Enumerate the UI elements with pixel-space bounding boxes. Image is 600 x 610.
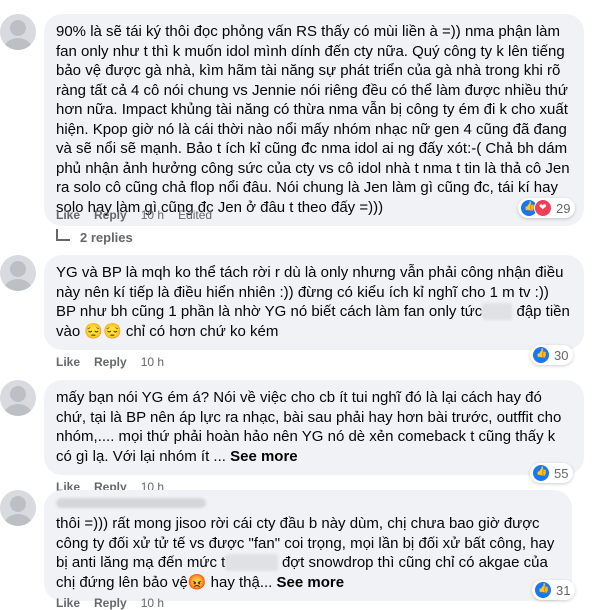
see-more-link[interactable]: See more (277, 574, 345, 591)
reaction-count: 31 (556, 582, 571, 598)
reply-button[interactable]: Reply (94, 208, 127, 222)
avatar[interactable] (0, 380, 36, 416)
reaction-summary[interactable]: 31 (532, 580, 576, 600)
reaction-summary[interactable]: 55 (530, 463, 574, 483)
like-button[interactable]: Like (56, 208, 80, 222)
comment-actions: Like Reply 10 h Edited (56, 208, 226, 222)
reaction-summary[interactable]: 29 (518, 198, 576, 218)
like-reaction-icon (532, 464, 550, 482)
like-button[interactable]: Like (56, 355, 80, 369)
replies-label: 2 replies (80, 230, 133, 245)
timestamp[interactable]: 10 h (141, 208, 164, 222)
blurred-text: xxxx (482, 303, 513, 320)
comment-text: mấy bạn nói YG ém á? Nói về việc cho cb … (56, 389, 562, 465)
like-reaction-icon (534, 581, 552, 599)
comment-text: thôi =))) rất mong jisoo rời cái cty đầu… (56, 515, 555, 591)
comment-bubble: YG và BP là mqh ko thể tách rời r dù là … (44, 255, 584, 350)
reaction-count: 30 (554, 347, 569, 363)
avatar[interactable] (0, 14, 36, 50)
comment-bubble: thôi =))) rất mong jisoo rời cái cty đầu… (44, 490, 572, 601)
reaction-count: 29 (556, 200, 571, 216)
comment-bubble: 90% là sẽ tái ký thôi đọc phỏng vấn RS t… (44, 14, 584, 226)
blurred-text: xxxxxxx (225, 554, 278, 571)
reaction-summary[interactable]: 30 (530, 345, 574, 365)
comment-text: YG và BP là mqh ko thể tách rời r dù là … (56, 264, 570, 340)
avatar[interactable] (0, 490, 36, 526)
comment-text: 90% là sẽ tái ký thôi đọc phỏng vấn RS t… (56, 23, 570, 216)
comment-bubble: mấy bạn nói YG ém á? Nói về việc cho cb … (44, 380, 584, 475)
love-reaction-icon (534, 199, 552, 217)
reply-button[interactable]: Reply (94, 355, 127, 369)
comment-actions: Like Reply 10 h (56, 355, 178, 369)
see-more-link[interactable]: See more (230, 448, 298, 465)
edited-label[interactable]: Edited (178, 208, 212, 222)
reply-arrow-icon (56, 228, 70, 241)
avatar[interactable] (0, 255, 36, 291)
reaction-count: 55 (554, 465, 569, 481)
like-reaction-icon (532, 346, 550, 364)
timestamp[interactable]: 10 h (141, 355, 164, 369)
view-replies-link[interactable]: 2 replies (56, 228, 133, 245)
commenter-name-blurred[interactable] (56, 498, 206, 508)
